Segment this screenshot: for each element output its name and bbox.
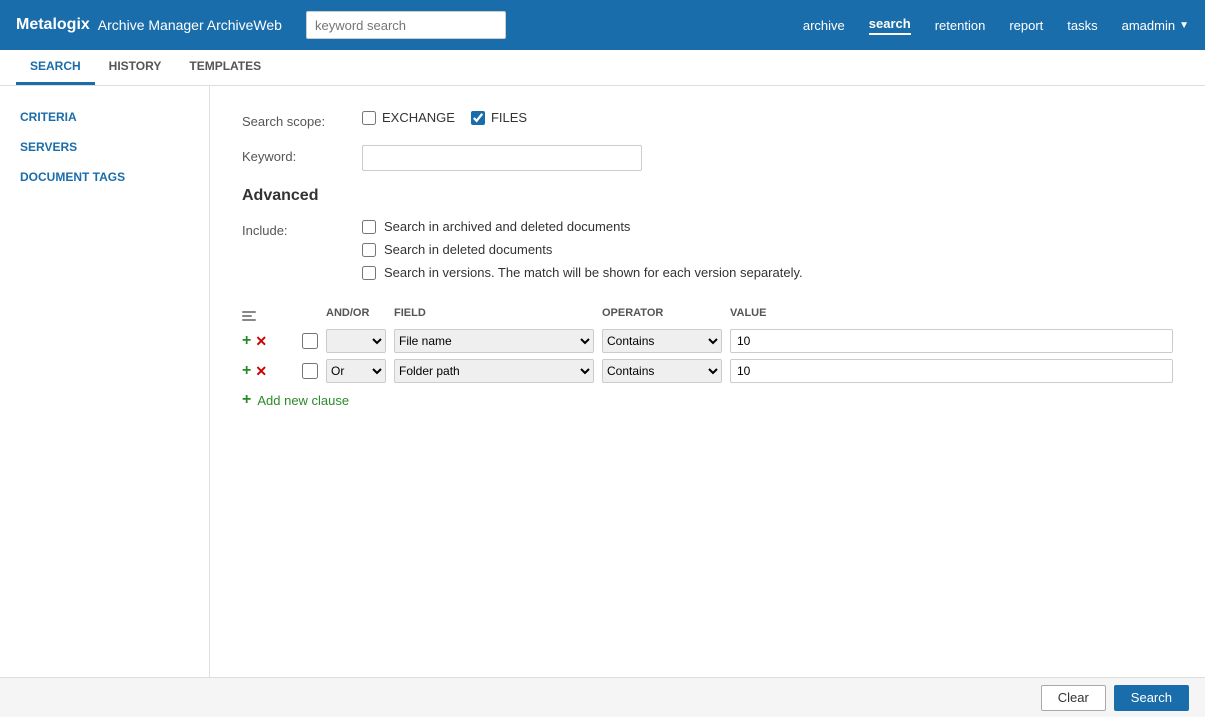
header-nav: archive search retention report tasks am…	[803, 16, 1189, 35]
include-checkboxes: Search in archived and deleted documents…	[362, 219, 1173, 280]
header-search-container	[306, 11, 506, 39]
include-versions-checkbox[interactable]	[362, 266, 376, 280]
add-clause-btn-0[interactable]: +	[242, 333, 251, 349]
advanced-title: Advanced	[242, 187, 1173, 205]
include-row: Include: Search in archived and deleted …	[242, 219, 1173, 280]
files-option: FILES	[471, 110, 527, 125]
nav-search[interactable]: search	[869, 16, 911, 35]
tab-history[interactable]: HISTORY	[95, 50, 176, 85]
include-versions-label: Search in versions. The match will be sh…	[384, 265, 803, 280]
include-archived-deleted-label: Search in archived and deleted documents	[384, 219, 630, 234]
nav-retention[interactable]: retention	[935, 18, 986, 33]
tab-templates[interactable]: TEMPLATES	[175, 50, 275, 85]
files-checkbox[interactable]	[471, 111, 485, 125]
col-field-header: FIELD	[394, 307, 594, 319]
col-andor-header: AND/OR	[326, 307, 386, 319]
admin-dropdown-arrow: ▼	[1179, 20, 1189, 31]
tab-search[interactable]: SEARCH	[16, 50, 95, 85]
clause-row-1: + ✕ And Or File name Folder path Subject…	[242, 359, 1173, 383]
include-deleted-label: Search in deleted documents	[384, 242, 552, 257]
clause-row-0: + ✕ And Or File name Folder path Subject…	[242, 329, 1173, 353]
keyword-control	[362, 145, 1173, 171]
add-new-clause[interactable]: + Add new clause	[242, 391, 1173, 409]
clear-button[interactable]: Clear	[1041, 685, 1106, 711]
exchange-option: EXCHANGE	[362, 110, 455, 125]
files-label: FILES	[491, 110, 527, 125]
search-button[interactable]: Search	[1114, 685, 1189, 711]
list-icon[interactable]	[242, 311, 256, 321]
clause-checkbox-1[interactable]	[302, 363, 318, 379]
col-value-header: VALUE	[730, 307, 1173, 319]
clause-header: AND/OR FIELD OPERATOR VALUE	[242, 300, 1173, 325]
add-clause-label: Add new clause	[257, 393, 349, 408]
nav-archive[interactable]: archive	[803, 18, 845, 33]
clause-andor-1[interactable]: And Or	[326, 359, 386, 383]
include-options: Search in archived and deleted documents…	[362, 219, 1173, 280]
sidebar-item-criteria[interactable]: CRITERIA	[0, 102, 209, 132]
brand-logo: Metalogix	[16, 16, 90, 34]
include-archived-deleted-checkbox[interactable]	[362, 220, 376, 234]
clause-value-1[interactable]	[730, 359, 1173, 383]
main-layout: CRITERIA SERVERS DOCUMENT TAGS Search sc…	[0, 86, 1205, 677]
clause-andor-0[interactable]: And Or	[326, 329, 386, 353]
search-scope-row: Search scope: EXCHANGE FILES	[242, 110, 1173, 129]
footer: Clear Search	[0, 677, 1205, 717]
admin-label: amadmin	[1122, 18, 1175, 33]
remove-clause-btn-0[interactable]: ✕	[255, 334, 267, 348]
exchange-checkbox[interactable]	[362, 111, 376, 125]
clause-actions-1: + ✕	[242, 363, 298, 379]
col-operator-header: OPERATOR	[602, 307, 722, 319]
scope-options: EXCHANGE FILES	[362, 110, 1173, 125]
clause-operator-0[interactable]: Contains Equals Starts with Ends with	[602, 329, 722, 353]
remove-clause-btn-1[interactable]: ✕	[255, 364, 267, 378]
nav-report[interactable]: report	[1009, 18, 1043, 33]
clauses-section: AND/OR FIELD OPERATOR VALUE + ✕ And Or	[242, 300, 1173, 409]
nav-tasks[interactable]: tasks	[1067, 18, 1097, 33]
include-option-0: Search in archived and deleted documents	[362, 219, 1173, 234]
clause-checkbox-0[interactable]	[302, 333, 318, 349]
include-option-1: Search in deleted documents	[362, 242, 1173, 257]
sidebar: CRITERIA SERVERS DOCUMENT TAGS	[0, 86, 210, 677]
sidebar-item-document-tags[interactable]: DOCUMENT TAGS	[0, 162, 209, 192]
clause-actions-0: + ✕	[242, 333, 298, 349]
include-option-2: Search in versions. The match will be sh…	[362, 265, 1173, 280]
col-actions-header	[242, 304, 298, 321]
sidebar-item-servers[interactable]: SERVERS	[0, 132, 209, 162]
search-scope-label: Search scope:	[242, 110, 362, 129]
header: Metalogix Archive Manager ArchiveWeb arc…	[0, 0, 1205, 50]
add-clause-plus-icon: +	[242, 391, 251, 409]
clause-operator-1[interactable]: Contains Equals Starts with Ends with	[602, 359, 722, 383]
clause-field-0[interactable]: File name Folder path Subject From To	[394, 329, 594, 353]
admin-menu[interactable]: amadmin ▼	[1122, 18, 1189, 33]
tabs-bar: SEARCH HISTORY TEMPLATES	[0, 50, 1205, 86]
keyword-row: Keyword:	[242, 145, 1173, 171]
clause-field-1[interactable]: File name Folder path Subject From To	[394, 359, 594, 383]
exchange-label: EXCHANGE	[382, 110, 455, 125]
brand: Metalogix Archive Manager ArchiveWeb	[16, 16, 282, 34]
brand-appname: Archive Manager ArchiveWeb	[98, 17, 282, 33]
clause-value-0[interactable]	[730, 329, 1173, 353]
header-search-input[interactable]	[306, 11, 506, 39]
include-label: Include:	[242, 219, 362, 238]
add-clause-btn-1[interactable]: +	[242, 363, 251, 379]
keyword-label: Keyword:	[242, 145, 362, 164]
keyword-input[interactable]	[362, 145, 642, 171]
content-area: Search scope: EXCHANGE FILES Keyword: Ad…	[210, 86, 1205, 677]
include-deleted-checkbox[interactable]	[362, 243, 376, 257]
